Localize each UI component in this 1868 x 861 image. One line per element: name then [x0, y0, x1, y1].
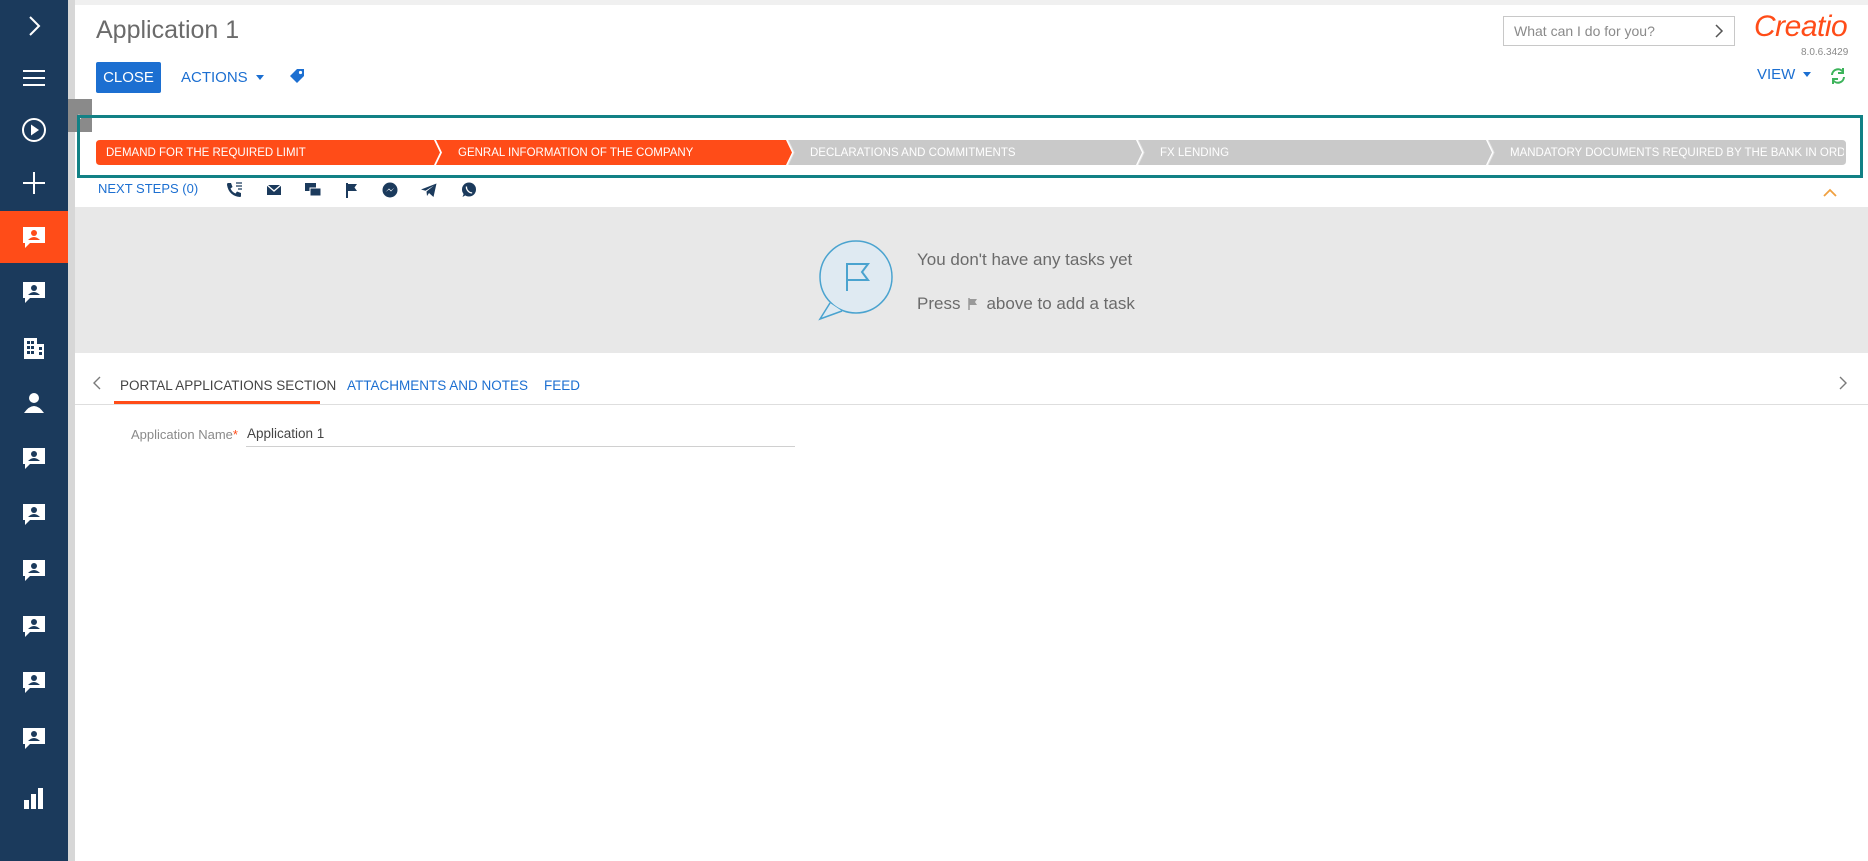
caret-down-icon [255, 75, 264, 80]
rail-item-section-6[interactable] [0, 656, 68, 708]
chevron-up-icon[interactable] [1822, 186, 1838, 198]
building-icon [24, 338, 44, 359]
plus-icon [23, 172, 45, 194]
rail-item-section-1[interactable] [0, 266, 68, 318]
top-border [75, 0, 1868, 5]
tab-feed[interactable]: FEED [544, 378, 580, 393]
chevron-right-icon[interactable] [1714, 24, 1724, 38]
stage-2[interactable]: GENRAL INFORMATION OF THE COMPANY [448, 140, 778, 165]
stage-3[interactable]: DECLARATIONS AND COMMITMENTS [800, 140, 1130, 165]
rail-item-contacts[interactable] [0, 377, 68, 429]
rail-item-accounts[interactable] [0, 322, 68, 374]
rail-item-section-4[interactable] [0, 544, 68, 596]
left-rail [0, 0, 68, 861]
application-name-label: Application Name* [131, 427, 238, 442]
stage-bar: DEMAND FOR THE REQUIRED LIMIT GENRAL INF… [96, 140, 1846, 165]
stage-label: DEMAND FOR THE REQUIRED LIMIT [106, 146, 306, 159]
play-circle-icon [22, 118, 46, 142]
menu-button[interactable] [0, 52, 68, 104]
empty-tasks-title: You don't have any tasks yet [917, 250, 1133, 269]
contact-card-icon [23, 504, 45, 525]
tag-icon[interactable] [287, 66, 307, 86]
hint-rest: above to add a task [986, 294, 1135, 313]
add-button[interactable] [0, 157, 68, 209]
empty-tasks-flag-bubble-icon [818, 240, 893, 321]
search-placeholder: What can I do for you? [1514, 23, 1655, 39]
version-label: 8.0.6.3429 [1801, 47, 1849, 58]
chevron-right-icon [29, 16, 41, 36]
email-icon[interactable] [264, 180, 284, 200]
expand-rail-button[interactable] [0, 0, 68, 52]
view-label: VIEW [1757, 66, 1796, 83]
required-marker: * [232, 427, 238, 442]
whatsapp-icon[interactable] [459, 180, 479, 200]
contact-card-icon [23, 728, 45, 749]
page-title: Application 1 [96, 16, 240, 44]
rail-item-section-5[interactable] [0, 600, 68, 652]
next-steps-link[interactable]: NEXT STEPS (0) [98, 181, 198, 196]
stage-label: DECLARATIONS AND COMMITMENTS [810, 146, 1016, 159]
contact-card-icon [23, 282, 45, 303]
tab-attachments-notes[interactable]: ATTACHMENTS AND NOTES [347, 378, 528, 393]
stage-label: MANDATORY DOCUMENTS REQUIRED BY THE BANK… [1510, 146, 1844, 159]
chevron-right-icon[interactable] [1837, 376, 1849, 390]
stage-label: GENRAL INFORMATION OF THE COMPANY [458, 146, 694, 159]
field-label-text: Application Name [131, 427, 233, 442]
contact-card-icon [23, 227, 45, 248]
stage-1[interactable]: DEMAND FOR THE REQUIRED LIMIT [96, 140, 426, 165]
active-tab-indicator [114, 401, 320, 404]
creatio-logo: Creatio [1754, 10, 1848, 43]
command-search-input[interactable]: What can I do for you? [1503, 16, 1735, 46]
rail-item-applications[interactable] [0, 211, 68, 263]
close-button[interactable]: CLOSE [96, 62, 161, 93]
run-process-button[interactable] [0, 104, 68, 156]
phone-icon[interactable] [224, 180, 244, 200]
rail-item-section-2[interactable] [0, 432, 68, 484]
rail-item-section-7[interactable] [0, 712, 68, 764]
tasks-panel [75, 207, 1868, 353]
hint-press: Press [917, 294, 961, 313]
bar-chart-icon [24, 788, 43, 809]
stage-5[interactable]: MANDATORY DOCUMENTS REQUIRED BY THE BANK… [1500, 140, 1844, 165]
chevron-left-icon[interactable] [91, 376, 103, 390]
view-button[interactable]: VIEW [1757, 66, 1812, 83]
contact-card-icon [23, 616, 45, 637]
actions-label: ACTIONS [181, 69, 248, 86]
contact-card-icon [23, 672, 45, 693]
tab-portal-applications[interactable]: PORTAL APPLICATIONS SECTION [120, 378, 336, 393]
contact-card-icon [23, 560, 45, 581]
empty-tasks-hint: Press above to add a task [917, 294, 1135, 314]
flag-icon [968, 298, 978, 310]
application-name-field[interactable]: Application 1 [246, 421, 795, 447]
stage-label: FX LENDING [1160, 146, 1230, 159]
contact-card-icon [23, 448, 45, 469]
chat-icon[interactable] [303, 180, 323, 200]
tabs-bar [75, 355, 1868, 405]
telegram-icon[interactable] [419, 180, 439, 200]
flag-icon[interactable] [342, 180, 362, 200]
menu-icon [23, 70, 45, 86]
rail-item-section-3[interactable] [0, 488, 68, 540]
messenger-icon[interactable] [380, 180, 400, 200]
person-icon [24, 393, 44, 413]
caret-down-icon [1803, 72, 1812, 77]
actions-button[interactable]: ACTIONS [181, 62, 264, 93]
rail-item-analytics[interactable] [0, 772, 68, 824]
stage-4[interactable]: FX LENDING [1150, 140, 1480, 165]
refresh-icon[interactable] [1828, 66, 1848, 86]
